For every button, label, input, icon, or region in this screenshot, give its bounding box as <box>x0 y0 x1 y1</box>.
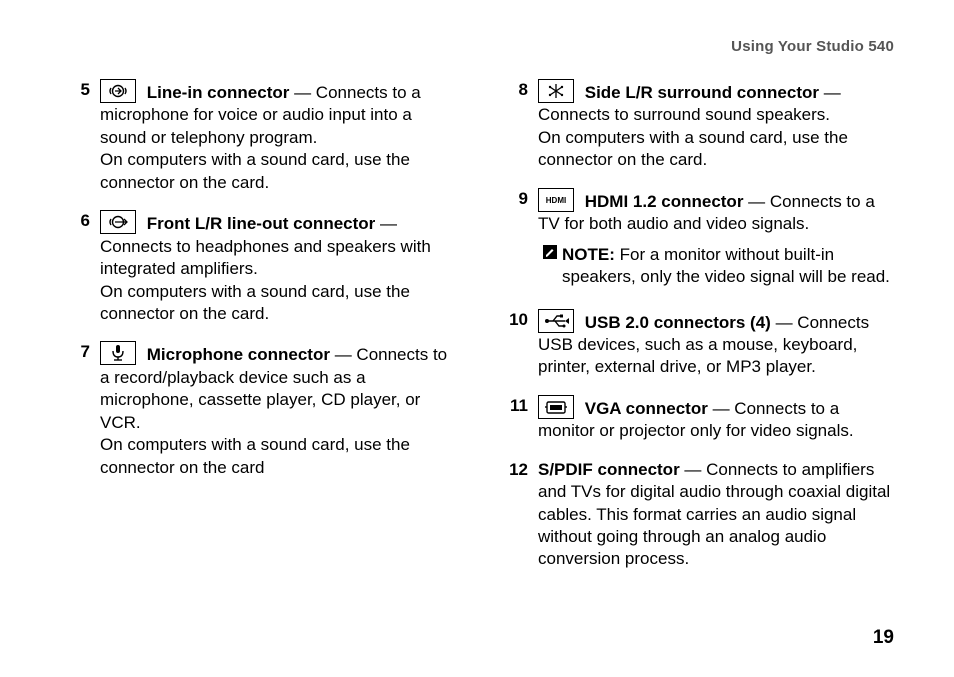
item-title: Line-in connector <box>147 83 290 102</box>
note-body: NOTE: For a monitor without built-in spe… <box>562 244 894 289</box>
microphone-icon <box>100 341 136 365</box>
page-header: Using Your Studio 540 <box>60 38 894 55</box>
item-title: VGA connector <box>585 399 708 418</box>
note-block: NOTE: For a monitor without built-in spe… <box>538 244 894 289</box>
connector-item: 12 S/PDIF connector — Connects to amplif… <box>498 459 894 571</box>
two-column-layout: 5 Line-in connector — Connects to a micr… <box>60 79 894 587</box>
document-page: Using Your Studio 540 5 Line-in conn <box>0 0 954 677</box>
connector-item: 9 HDMI HDMI 1.2 connector — Connects to … <box>498 188 894 303</box>
item-title: HDMI 1.2 connector <box>585 192 744 211</box>
item-desc-2: On computers with a sound card, use the … <box>100 149 456 194</box>
note-label: NOTE: <box>562 245 615 264</box>
connector-item: 11 VGA connector — Connects to a monitor… <box>498 395 894 443</box>
item-desc-2: On computers with a sound card, use the … <box>538 127 894 172</box>
item-title: Front L/R line-out connector <box>147 214 376 233</box>
item-body: Front L/R line-out connector — Connects … <box>100 210 456 325</box>
left-column: 5 Line-in connector — Connects to a micr… <box>60 79 456 587</box>
line-in-icon <box>100 79 136 103</box>
item-body: Microphone connector — Connects to a rec… <box>100 341 456 479</box>
item-body: S/PDIF connector — Connects to amplifier… <box>538 459 894 571</box>
connector-item: 7 Microphone connector — Connects to a r… <box>60 341 456 479</box>
item-number: 7 <box>60 341 100 479</box>
connector-item: 10 USB 2.0 connectors (4) — <box>498 309 894 379</box>
item-title: S/PDIF connector <box>538 460 680 479</box>
vga-icon <box>538 395 574 419</box>
item-title: Microphone connector <box>147 345 330 364</box>
connector-item: 8 Side L/R surround connector — Connects… <box>498 79 894 172</box>
item-number: 9 <box>498 188 538 303</box>
item-body: USB 2.0 connectors (4) — Connects USB de… <box>538 309 894 379</box>
item-number: 11 <box>498 395 538 443</box>
item-number: 12 <box>498 459 538 571</box>
item-number: 5 <box>60 79 100 194</box>
side-surround-icon <box>538 79 574 103</box>
item-body: VGA connector — Connects to a monitor or… <box>538 395 894 443</box>
connector-item: 5 Line-in connector — Connects to a micr… <box>60 79 456 194</box>
item-title: Side L/R surround connector <box>585 83 819 102</box>
item-desc-2: On computers with a sound card, use the … <box>100 281 456 326</box>
item-body: Line-in connector — Connects to a microp… <box>100 79 456 194</box>
line-out-front-icon <box>100 210 136 234</box>
item-desc-2: On computers with a sound card, use the … <box>100 434 456 479</box>
page-number: 19 <box>873 627 894 649</box>
usb-icon <box>538 309 574 333</box>
item-body: Side L/R surround connector — Connects t… <box>538 79 894 172</box>
note-pencil-icon <box>538 244 562 289</box>
svg-text:HDMI: HDMI <box>546 196 566 205</box>
item-number: 8 <box>498 79 538 172</box>
item-body: HDMI HDMI 1.2 connector — Connects to a … <box>538 188 894 303</box>
item-number: 10 <box>498 309 538 379</box>
item-number: 6 <box>60 210 100 325</box>
hdmi-icon: HDMI <box>538 188 574 212</box>
connector-item: 6 Front L/R line-out connector — Connect… <box>60 210 456 325</box>
item-title: USB 2.0 connectors (4) <box>585 313 771 332</box>
right-column: 8 Side L/R surround connector — Connects… <box>498 79 894 587</box>
